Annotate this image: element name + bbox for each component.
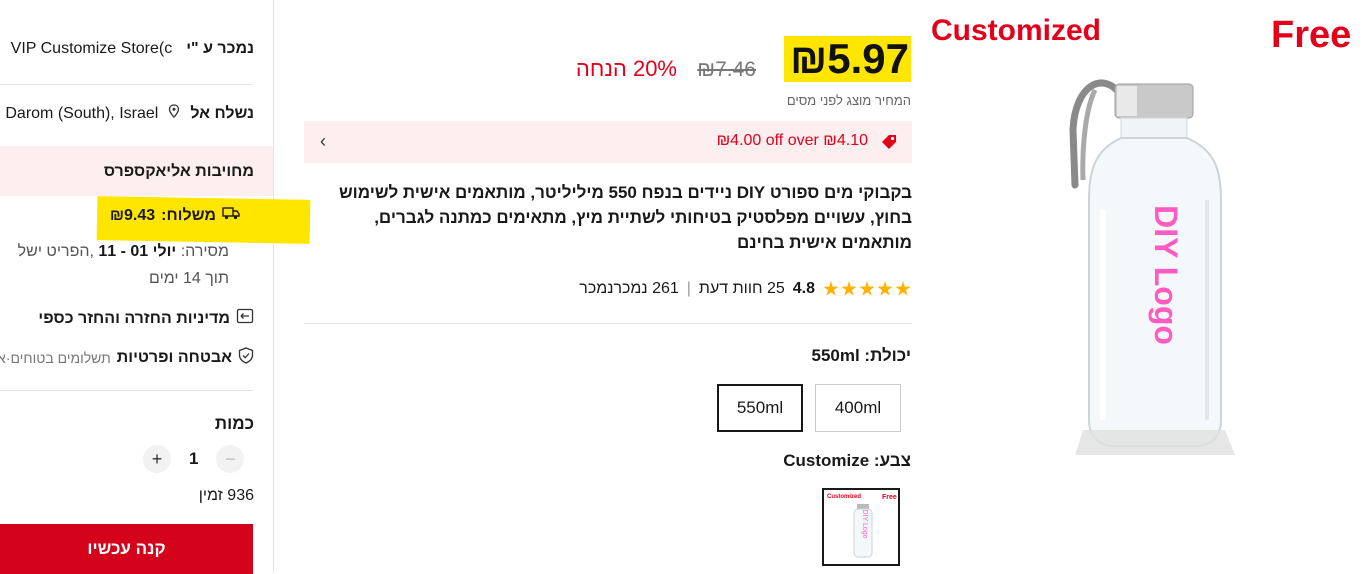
shipping-cost: ₪9.43 (109, 206, 156, 224)
coupon-banner[interactable]: ₪4.00 off over ₪4.10 ‹ (304, 121, 912, 163)
rating-stars (823, 281, 911, 297)
chevron-left-icon[interactable]: ‹ (320, 131, 326, 152)
rating-value: 4.8 (792, 280, 815, 297)
original-price: ₪7.46 (697, 58, 756, 81)
available-count: 936 זמין (198, 487, 254, 504)
return-policy-label: מדיניות החזרה והחזר כספי (38, 309, 230, 327)
security-title: אבטחה ופרטיות (116, 349, 232, 366)
plus-button[interactable]: + (143, 445, 171, 473)
security-subtitle: תשלומים בטוחים·א (0, 350, 111, 366)
sold-count: 261 נמכרנמכר (579, 280, 679, 297)
quantity-stepper: + 1 − (143, 445, 245, 473)
location-pin-icon (168, 104, 180, 123)
divider (0, 84, 253, 85)
buy-now-button[interactable]: קנה עכשיו (0, 524, 253, 574)
star-icon (895, 281, 911, 296)
current-price: ₪5.97 (784, 36, 911, 82)
minus-button[interactable]: − (216, 445, 245, 473)
shipping-cost-row: משלוח: ₪9.43 (110, 206, 240, 225)
return-policy-row[interactable]: מדיניות החזרה והחזר כספי (38, 308, 254, 329)
delivery-info: מסירה: יולי 01 - 11 ,הפריט ישל תוך 14 ימ… (17, 243, 229, 287)
svg-text:Free: Free (882, 494, 897, 501)
sold-by-row: נמכר ע "י VIP Customize Store(c (11, 40, 254, 58)
capacity-option-400ml[interactable]: 400ml (815, 384, 901, 432)
coupon-text: ₪4.00 off over ₪4.10 (716, 132, 868, 149)
swatch-thumbnail: Customized Free DIY Logo (827, 494, 897, 558)
ship-to-value: Darom (South), Israel (5, 104, 159, 122)
color-label: צבע: Customize (783, 451, 911, 470)
quantity-value[interactable]: 1 (189, 449, 198, 469)
product-title: בקבוקי מים ספורט DIY ניידים בנפח 550 מיל… (338, 183, 912, 252)
star-icon (841, 281, 857, 296)
commitment-title: מחויבות אליאקספרס (103, 163, 254, 180)
star-icon (859, 281, 875, 296)
divider: | (686, 280, 691, 297)
tax-note: המחיר מוצג לפני מסים (786, 93, 911, 108)
star-icon (877, 281, 893, 296)
divider (304, 323, 912, 324)
return-box-icon (236, 308, 254, 329)
product-main-image[interactable]: Customized Free DIY Logo (925, 0, 1367, 573)
discount-badge: 20% הנחה (575, 56, 677, 81)
svg-text:DIY Logo: DIY Logo (861, 509, 868, 538)
shipping-label: משלוח: (161, 206, 216, 224)
shield-icon (238, 347, 254, 369)
quantity-label: כמות (214, 414, 254, 433)
star-icon (823, 281, 839, 296)
divider (0, 390, 253, 391)
ship-to-row[interactable]: נשלח אל Darom (South), Israel (5, 104, 254, 123)
capacity-option-550ml[interactable]: 550ml (717, 384, 803, 432)
reviews-link[interactable]: 25 חוות דעת (699, 280, 785, 298)
sold-by-label: נמכר ע "י (186, 40, 254, 57)
store-link[interactable]: VIP Customize Store(c (11, 40, 173, 58)
color-swatch-customize[interactable]: Customized Free DIY Logo (822, 488, 900, 566)
water-bottle-illustration: DIY Logo (1069, 79, 1235, 455)
security-row[interactable]: אבטחה ופרטיות תשלומים בטוחים·א (0, 347, 254, 369)
bottle-logo-text: DIY Logo (1148, 205, 1184, 345)
svg-text:Customized: Customized (827, 494, 861, 500)
capacity-label: יכולת: 550ml (811, 346, 911, 365)
ship-to-label: נשלח אל (190, 104, 254, 122)
rating-row: 4.8 25 חוות דעת | 261 נמכרנמכר (579, 280, 911, 298)
truck-icon (222, 206, 240, 225)
tag-icon (880, 133, 898, 156)
